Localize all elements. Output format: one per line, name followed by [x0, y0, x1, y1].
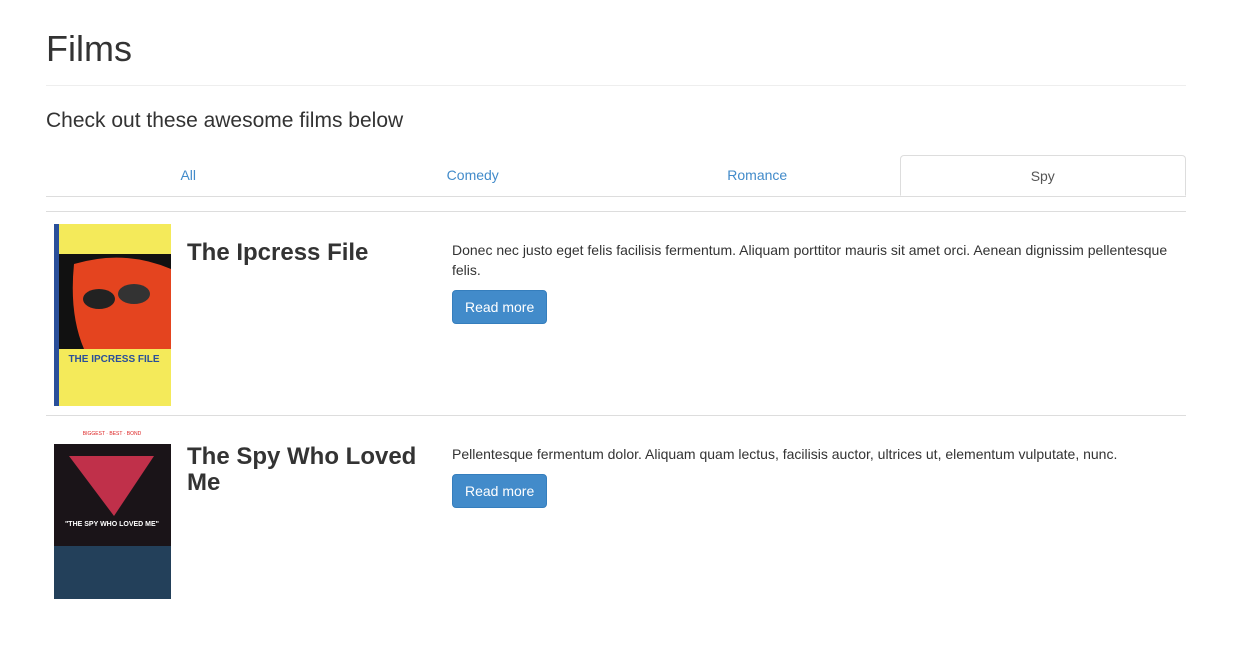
read-more-button[interactable]: Read more — [452, 290, 548, 324]
film-item: THE IPCRESS FILE The Ipcress File Donec … — [46, 211, 1186, 416]
page-lead: Check out these awesome films below — [46, 109, 404, 132]
tab-comedy[interactable]: Comedy — [331, 155, 616, 196]
film-title: The Ipcress File — [187, 239, 369, 266]
tab-spy[interactable]: Spy — [899, 155, 1186, 196]
film-item: "THE SPY WHO LOVED ME" BIGGEST · BEST · … — [46, 415, 1186, 626]
svg-text:THE IPCRESS FILE: THE IPCRESS FILE — [68, 354, 159, 365]
svg-text:BIGGEST · BEST · BOND: BIGGEST · BEST · BOND — [83, 431, 142, 437]
svg-text:"THE SPY WHO LOVED ME": "THE SPY WHO LOVED ME" — [65, 521, 159, 528]
film-title: The Spy Who Loved Me — [187, 443, 417, 496]
tab-romance[interactable]: Romance — [615, 155, 900, 196]
film-description: Pellentesque fermentum dolor. Aliquam qu… — [452, 446, 1118, 462]
tab-all[interactable]: All — [46, 155, 331, 196]
category-tabs: All Comedy Romance Spy — [46, 155, 1186, 197]
page-title: Films — [46, 28, 132, 69]
film-description: Donec nec justo eget felis facilisis fer… — [452, 242, 1168, 278]
film-poster-image[interactable]: "THE SPY WHO LOVED ME" BIGGEST · BEST · … — [54, 426, 171, 608]
read-more-button[interactable]: Read more — [452, 474, 548, 508]
divider — [46, 85, 1186, 86]
film-poster-image[interactable]: THE IPCRESS FILE — [54, 224, 171, 406]
